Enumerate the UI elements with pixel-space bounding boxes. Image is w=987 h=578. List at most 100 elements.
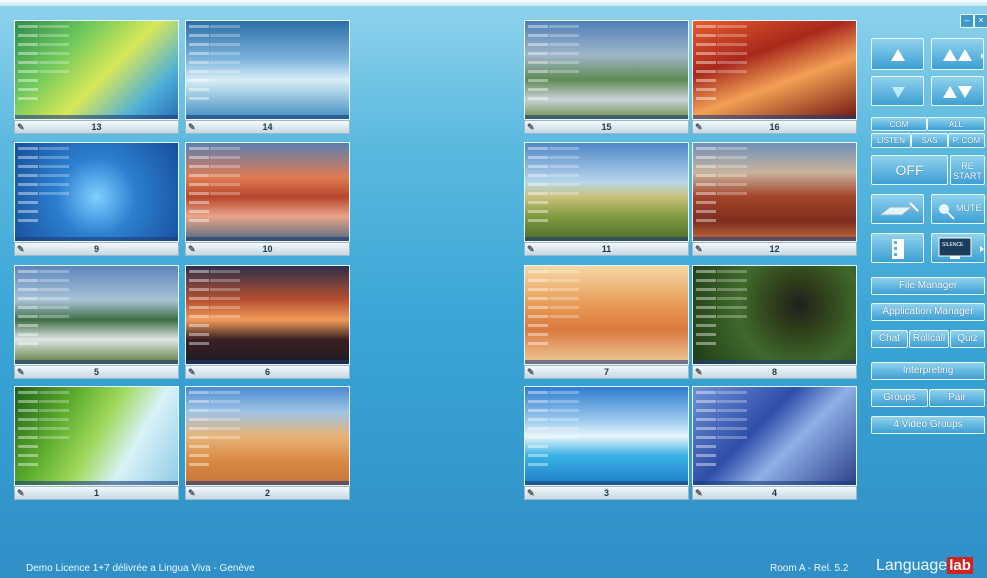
pen-icon[interactable]: ✎ [527,487,535,499]
student-screen-thumbnail[interactable]: ✎ 4 [692,386,857,506]
desktop-icons [528,147,548,227]
pen-icon[interactable]: ✎ [17,487,25,499]
swap-view-button[interactable] [931,76,984,106]
taskbar [15,237,178,241]
desktop-preview[interactable] [14,386,179,486]
station-number-label: ✎ 5 [14,365,179,379]
restart-label-line2: START [953,171,982,181]
pair-button[interactable]: Pair [929,389,985,407]
languagelab-logo: Language lab [876,557,973,575]
station-number-label: ✎ 7 [524,365,689,379]
student-screen-thumbnail[interactable]: ✎ 1 [14,386,179,506]
student-screen-thumbnail[interactable]: ✎ 13 [14,20,179,140]
station-number-label: ✎ 3 [524,486,689,500]
taskbar [693,237,856,241]
desktop-preview[interactable] [185,142,350,242]
pen-icon[interactable]: ✎ [695,243,703,255]
student-screen-thumbnail[interactable]: ✎ 5 [14,265,179,385]
desktop-preview[interactable] [185,265,350,365]
student-screen-thumbnail[interactable]: ✎ 15 [524,20,689,140]
mute-button[interactable]: MUTE [931,194,985,224]
student-screen-thumbnail[interactable]: ✎ 3 [524,386,689,506]
desktop-icons [717,270,747,320]
desktop-preview[interactable] [524,142,689,242]
student-screen-thumbnail[interactable]: ✎ 2 [185,386,350,506]
scroll-up-button[interactable] [871,38,924,70]
pen-icon[interactable]: ✎ [527,366,535,378]
desktop-icons [717,391,747,441]
desktop-preview[interactable] [524,386,689,486]
student-screen-thumbnail[interactable]: ✎ 7 [524,265,689,385]
student-screen-thumbnail[interactable]: ✎ 16 [692,20,857,140]
scroll-down-button[interactable] [871,76,924,106]
pen-icon[interactable]: ✎ [188,366,196,378]
desktop-preview[interactable] [524,20,689,120]
desktop-preview[interactable] [14,265,179,365]
desktop-icons [18,25,38,105]
pen-icon[interactable]: ✎ [527,121,535,133]
interpreting-button[interactable]: Interpreting [871,362,985,380]
desktop-preview[interactable] [524,265,689,365]
desktop-icons [549,391,579,441]
student-screen-thumbnail[interactable]: ✎ 9 [14,142,179,262]
sas-button[interactable]: SAS [911,133,948,148]
rollcall-button[interactable]: Rollcall [909,330,949,348]
pen-icon[interactable]: ✎ [695,121,703,133]
station-number-label: ✎ 6 [185,365,350,379]
video-groups-button[interactable]: 4 Video Groups [871,416,985,434]
pen-icon[interactable]: ✎ [188,243,196,255]
student-screen-thumbnail[interactable]: ✎ 8 [692,265,857,385]
station-number-label: ✎ 8 [692,365,857,379]
pen-icon[interactable]: ✎ [188,487,196,499]
tablet-button[interactable] [871,194,924,224]
off-button[interactable]: OFF [871,155,948,185]
student-screen-thumbnail[interactable]: ✎ 6 [185,265,350,385]
pen-icon[interactable]: ✎ [17,366,25,378]
station-number-label: ✎ 14 [185,120,350,134]
desktop-preview[interactable] [185,386,350,486]
com-button[interactable]: COM [871,117,927,131]
pen-icon[interactable]: ✎ [188,121,196,133]
pen-icon[interactable]: ✎ [17,243,25,255]
pen-icon[interactable]: ✎ [695,487,703,499]
pcom-button[interactable]: P. COM [948,133,985,148]
taskbar [525,115,688,119]
desktop-preview[interactable] [692,142,857,242]
silence-button[interactable]: SILENCE [931,233,985,263]
scroll-top-button[interactable] [931,38,984,70]
desktop-preview[interactable] [14,142,179,242]
listen-button[interactable]: LISTEN [871,133,911,148]
film-strip-icon [892,239,904,259]
desktop-preview[interactable] [185,20,350,120]
minimize-button[interactable]: – [960,14,974,28]
close-button[interactable]: × [974,14,987,28]
desktop-icons [18,391,38,471]
up-arrow-icon [891,49,905,61]
desktop-icons [549,25,579,75]
desktop-icons [210,391,240,441]
desktop-icons [189,391,209,471]
student-screen-thumbnail[interactable]: ✎ 12 [692,142,857,262]
all-button[interactable]: ALL [927,117,985,131]
quiz-button[interactable]: Quiz [950,330,985,348]
student-screen-thumbnail[interactable]: ✎ 11 [524,142,689,262]
monitor-icon [938,237,984,259]
station-number-label: ✎ 11 [524,242,689,256]
pen-icon[interactable]: ✎ [527,243,535,255]
desktop-preview[interactable] [692,386,857,486]
desktop-preview[interactable] [692,265,857,365]
student-screen-thumbnail[interactable]: ✎ 10 [185,142,350,262]
desktop-preview[interactable] [692,20,857,120]
media-button[interactable] [871,233,924,263]
desktop-preview[interactable] [14,20,179,120]
student-screen-thumbnail[interactable]: ✎ 14 [185,20,350,140]
application-manager-button[interactable]: Application Manager [871,303,985,321]
groups-button[interactable]: Groups [871,389,928,407]
restart-button[interactable]: RE START [950,155,985,185]
pen-icon[interactable]: ✎ [17,121,25,133]
file-manager-button[interactable]: File Manager [871,277,985,295]
chat-button[interactable]: Chat [871,330,908,348]
pen-icon[interactable]: ✎ [695,366,703,378]
taskbar [693,481,856,485]
desktop-icons [528,391,548,471]
